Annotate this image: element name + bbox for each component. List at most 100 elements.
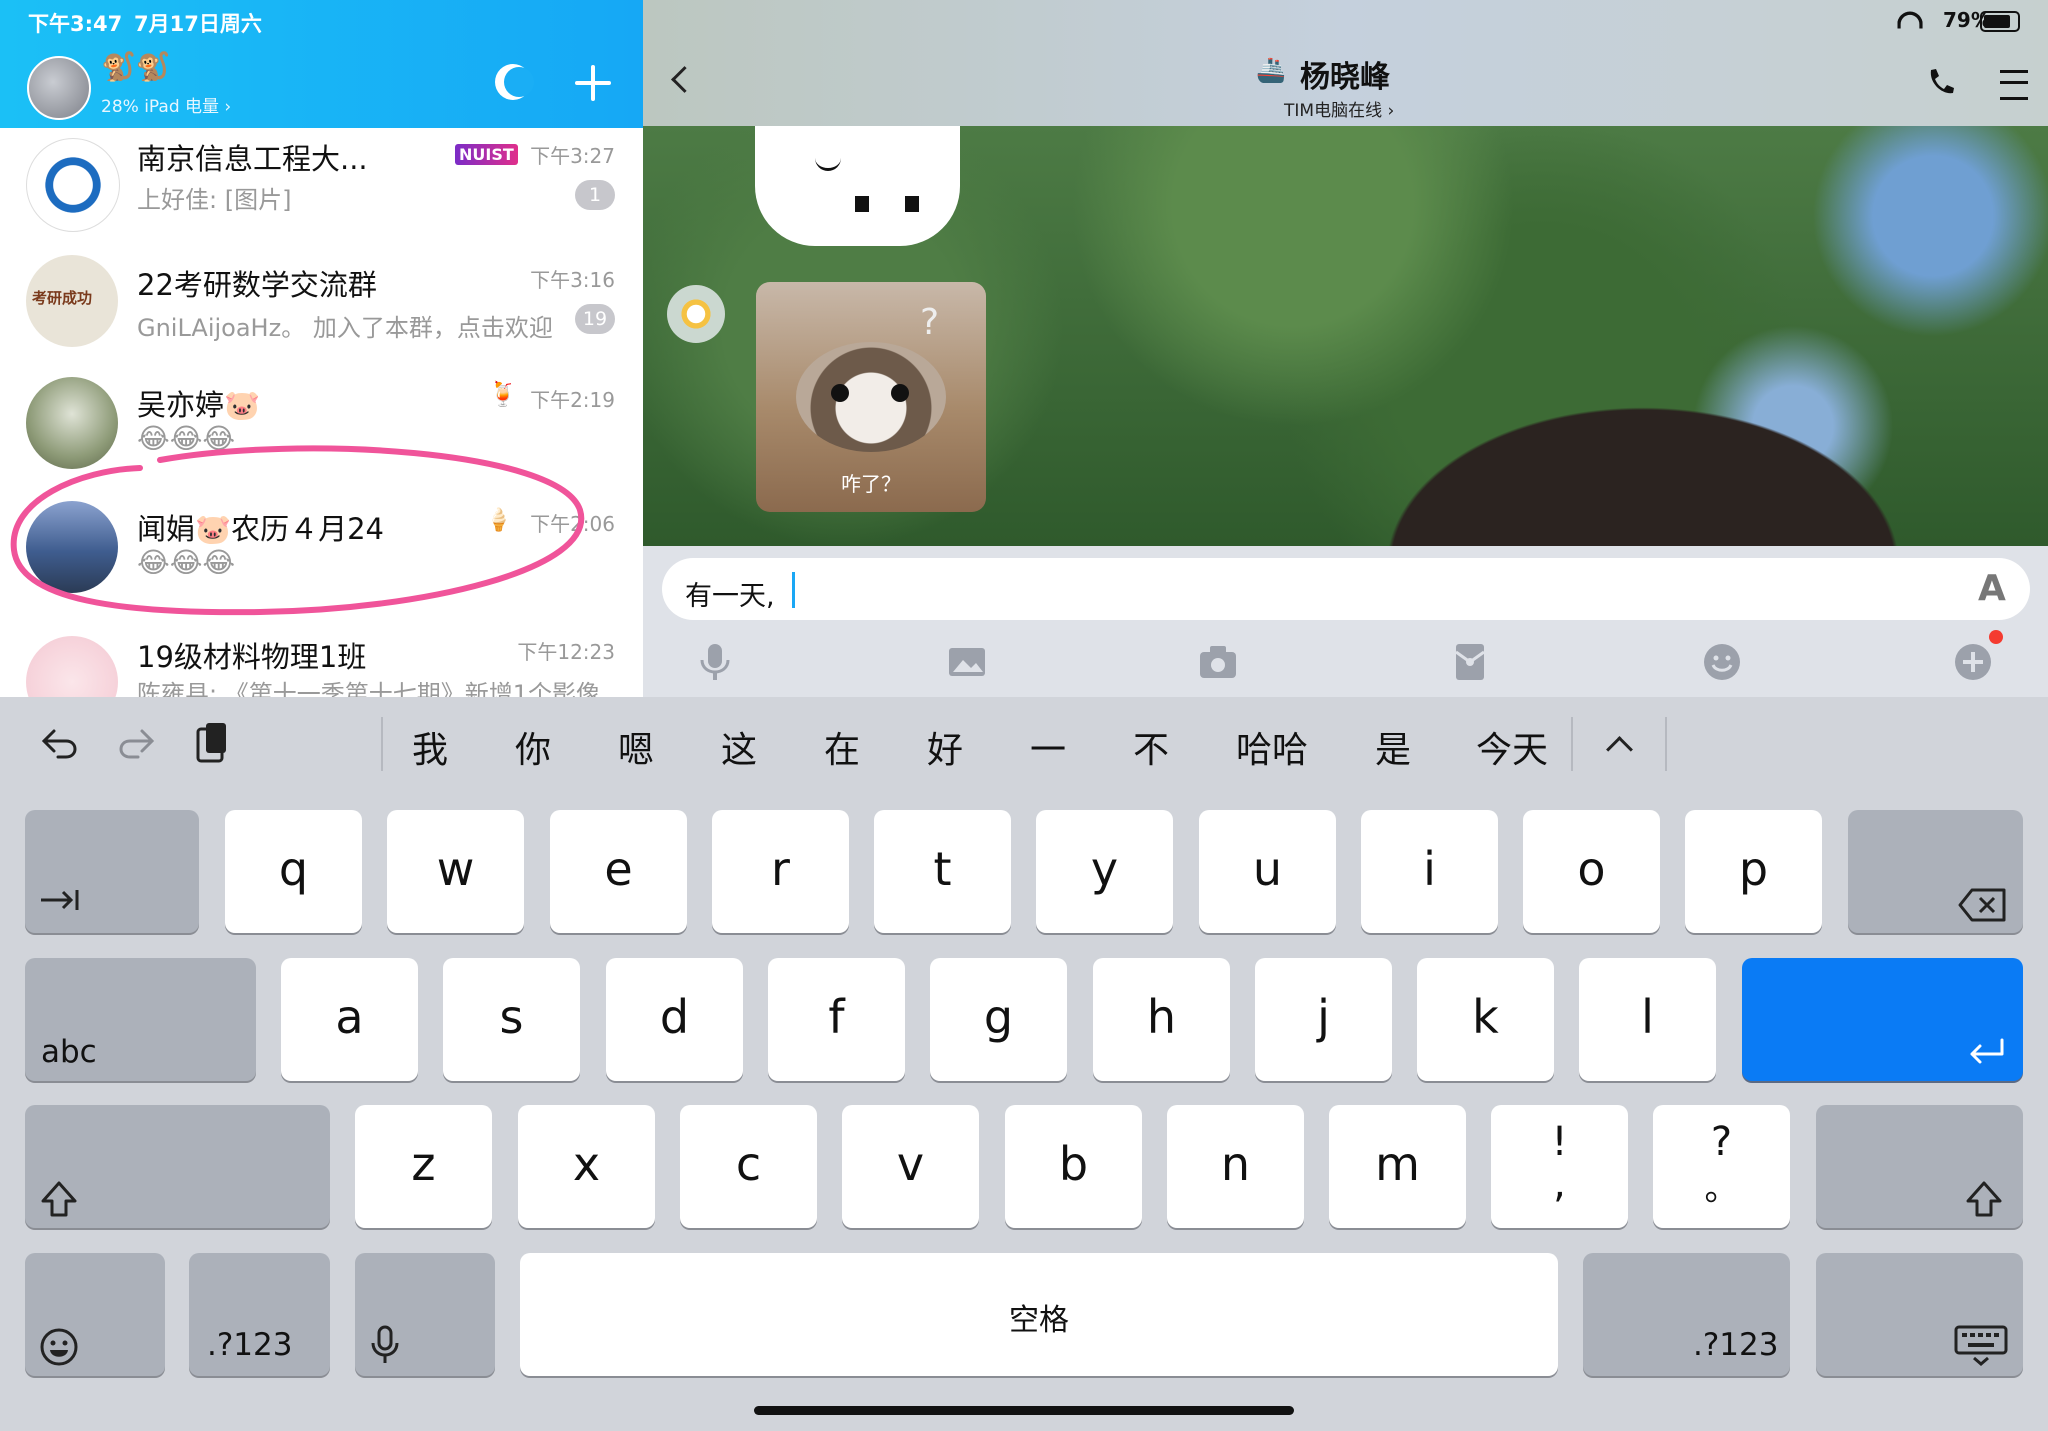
redo-icon[interactable] xyxy=(114,721,158,765)
keyboard: 我 你 嗯 这 在 好 一 不 哈哈 是 今天 q w e r t y u i … xyxy=(0,697,2048,1431)
avatar-text: 考研成功 xyxy=(32,289,93,307)
hide-keyboard-key[interactable] xyxy=(1816,1253,2023,1376)
abc-key[interactable]: abc xyxy=(25,958,256,1081)
back-chevron-icon[interactable] xyxy=(671,66,698,93)
key-e[interactable]: e xyxy=(550,810,687,933)
tab-key[interactable] xyxy=(25,810,199,933)
numbers-label: .?123 xyxy=(1693,1327,1779,1363)
moon-icon[interactable] xyxy=(495,64,534,100)
key-z[interactable]: z xyxy=(355,1105,492,1228)
key-l[interactable]: l xyxy=(1579,958,1716,1081)
device-status[interactable]: 28% iPad 电量 › xyxy=(101,92,231,117)
chat-avatar xyxy=(26,636,118,697)
camera-icon[interactable] xyxy=(1196,640,1240,684)
undo-icon[interactable] xyxy=(38,721,82,765)
suggestion-item[interactable]: 一 xyxy=(1030,721,1066,773)
key-p[interactable]: p xyxy=(1685,810,1822,933)
signature-emoji: 🐒🐒 xyxy=(101,50,171,83)
key-v[interactable]: v xyxy=(842,1105,979,1228)
dictation-key[interactable] xyxy=(355,1253,495,1376)
expand-chevron-icon[interactable] xyxy=(1606,736,1633,763)
numbers-key-right[interactable]: .?123 xyxy=(1583,1253,1790,1376)
emoji-icon[interactable] xyxy=(1700,640,1744,684)
chat-list-header: 下午3:47 7月17日周六 🐒🐒 28% iPad 电量 › xyxy=(0,0,643,128)
suggestion-item[interactable]: 这 xyxy=(721,721,757,773)
key-exclaim-comma[interactable]: ! , xyxy=(1491,1105,1628,1228)
suggestion-item[interactable]: 你 xyxy=(515,721,551,773)
key-bottom-char: 。 xyxy=(1704,1169,1739,1209)
sticker-caption: 咋了？ xyxy=(841,472,901,496)
key-b[interactable]: b xyxy=(1005,1105,1142,1228)
suggestion-item[interactable]: 我 xyxy=(412,721,448,773)
key-q[interactable]: q xyxy=(225,810,362,933)
shift-key-right[interactable] xyxy=(1816,1105,2023,1228)
suggestion-item[interactable]: 是 xyxy=(1375,721,1411,773)
contact-status[interactable]: TIM电脑在线 › xyxy=(1284,96,1394,121)
message-input-bar: 有一天, A xyxy=(643,546,2048,697)
shift-icon xyxy=(41,1181,77,1217)
clipboard-icon[interactable] xyxy=(190,719,234,767)
unread-badge: 19 xyxy=(575,304,615,334)
key-j[interactable]: j xyxy=(1255,958,1392,1081)
key-u[interactable]: u xyxy=(1199,810,1336,933)
menu-icon[interactable] xyxy=(2000,70,2028,100)
drink-icon: 🍹 xyxy=(488,380,518,408)
backspace-icon xyxy=(1958,888,2006,922)
emoji-key[interactable] xyxy=(25,1253,165,1376)
chat-name: 19级材料物理1班 xyxy=(137,640,367,674)
key-s[interactable]: s xyxy=(443,958,580,1081)
chat-avatar: 考研成功 xyxy=(26,255,118,347)
cartoon-sticker[interactable] xyxy=(755,126,960,246)
phone-icon[interactable] xyxy=(1925,66,1957,98)
key-w[interactable]: w xyxy=(387,810,524,933)
sender-avatar[interactable] xyxy=(667,285,725,343)
suggestion-item[interactable]: 嗯 xyxy=(618,721,654,773)
key-k[interactable]: k xyxy=(1417,958,1554,1081)
numbers-key-left[interactable]: .?123 xyxy=(189,1253,330,1376)
suggestion-item[interactable]: 好 xyxy=(927,721,963,773)
my-avatar[interactable] xyxy=(27,56,91,120)
delete-key[interactable] xyxy=(1848,810,2023,933)
key-question-period[interactable]: ? 。 xyxy=(1653,1105,1790,1228)
key-a[interactable]: a xyxy=(281,958,418,1081)
suggestion-item[interactable]: 哈哈 xyxy=(1236,721,1308,773)
chat-item-class[interactable]: 19级材料物理1班 陈雍县: 《第十一季第十七期》新增1个影像 下午12:23 xyxy=(0,622,643,697)
key-x[interactable]: x xyxy=(518,1105,655,1228)
microphone-icon[interactable] xyxy=(693,640,737,684)
cat-sticker-image[interactable]: ? 咋了？ xyxy=(756,282,986,512)
message-input-field[interactable]: 有一天, A xyxy=(662,558,2030,620)
key-o[interactable]: o xyxy=(1523,810,1660,933)
plus-circle-icon[interactable] xyxy=(1951,640,1995,684)
chat-item-math-group[interactable]: 考研成功 22考研数学交流群 GniLAijoaHz。 加入了本群，点击欢迎 下… xyxy=(0,250,643,374)
shift-key-left[interactable] xyxy=(25,1105,330,1228)
key-d[interactable]: d xyxy=(606,958,743,1081)
suggestion-item[interactable]: 在 xyxy=(824,721,860,773)
return-key[interactable] xyxy=(1742,958,2023,1081)
suggestion-item[interactable]: 今天 xyxy=(1476,721,1548,773)
chat-time: 下午12:23 xyxy=(517,640,615,664)
red-packet-icon[interactable] xyxy=(1448,640,1492,684)
key-n[interactable]: n xyxy=(1167,1105,1304,1228)
question-mark-icon: ? xyxy=(920,302,940,343)
space-key[interactable]: 空格 xyxy=(520,1253,1558,1376)
suggestion-item[interactable]: 不 xyxy=(1133,721,1169,773)
font-style-icon[interactable]: A xyxy=(1978,568,2006,609)
key-y[interactable]: y xyxy=(1036,810,1173,933)
divider xyxy=(1571,717,1573,771)
key-c[interactable]: c xyxy=(680,1105,817,1228)
add-icon[interactable] xyxy=(575,65,611,101)
key-f[interactable]: f xyxy=(768,958,905,1081)
abc-label: abc xyxy=(41,1034,97,1070)
key-g[interactable]: g xyxy=(930,958,1067,1081)
tab-icon xyxy=(41,890,79,910)
key-r[interactable]: r xyxy=(712,810,849,933)
microphone-icon xyxy=(371,1325,399,1363)
key-h[interactable]: h xyxy=(1093,958,1230,1081)
key-i[interactable]: i xyxy=(1361,810,1498,933)
return-icon xyxy=(1970,1038,2004,1064)
key-m[interactable]: m xyxy=(1329,1105,1466,1228)
key-t[interactable]: t xyxy=(874,810,1011,933)
image-icon[interactable] xyxy=(945,640,989,684)
chat-item-nuist[interactable]: 南京信息工程大... NUIST 上好佳: [图片] 下午3:27 1 xyxy=(0,126,643,250)
contact-name[interactable]: 杨晓峰 xyxy=(1300,52,1390,96)
